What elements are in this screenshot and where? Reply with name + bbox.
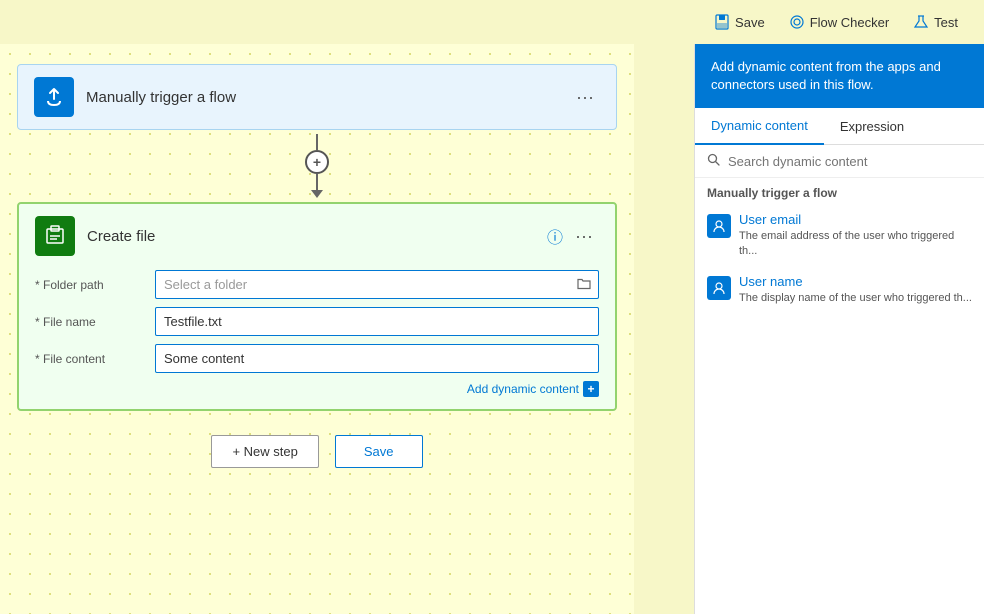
user-name-desc: The display name of the user who trigger… [739, 291, 972, 305]
panel-search [695, 145, 984, 178]
folder-path-input[interactable] [155, 270, 599, 299]
save-label: Save [735, 15, 765, 30]
search-icon [707, 153, 720, 169]
user-email-title: User email [739, 212, 972, 227]
flow-checker-label: Flow Checker [810, 15, 889, 30]
test-icon [913, 14, 929, 30]
user-email-desc: The email address of the user who trigge… [739, 229, 972, 258]
add-dynamic-content-button[interactable]: Add dynamic content + [467, 381, 599, 397]
file-name-row: * File name [35, 307, 599, 336]
save-button[interactable]: Save [704, 8, 775, 36]
folder-path-row: * Folder path [35, 270, 599, 299]
connector-line-top [316, 134, 318, 150]
add-dynamic-row: Add dynamic content + [35, 381, 599, 397]
panel-item-user-name[interactable]: User name The display name of the user w… [695, 266, 984, 313]
trigger-title: Manually trigger a flow [86, 89, 570, 106]
user-email-content: User email The email address of the user… [739, 212, 972, 258]
action-menu-button[interactable]: ··· [569, 224, 599, 249]
new-step-button[interactable]: + New step [211, 435, 318, 468]
canvas: Manually trigger a flow ··· + Create fil… [0, 44, 634, 614]
user-name-title: User name [739, 274, 972, 289]
panel-tabs: Dynamic content Expression [695, 108, 984, 145]
panel-header: Add dynamic content from the apps and co… [695, 44, 984, 108]
file-content-label: * File content [35, 352, 155, 366]
add-dynamic-plus-icon: + [583, 381, 599, 397]
panel-scroll-area: Manually trigger a flow User email The e… [695, 178, 984, 614]
add-connector-button[interactable]: + [305, 150, 329, 174]
file-content-wrapper [155, 344, 599, 373]
bottom-save-button[interactable]: Save [335, 435, 423, 468]
panel-header-text: Add dynamic content from the apps and co… [711, 59, 941, 92]
file-name-wrapper [155, 307, 599, 336]
user-email-icon [707, 214, 731, 238]
dynamic-content-search-input[interactable] [728, 154, 972, 169]
action-icon-box [35, 216, 75, 256]
right-panel: Add dynamic content from the apps and co… [694, 44, 984, 614]
panel-section-title: Manually trigger a flow [695, 178, 984, 204]
connector-arrow [311, 190, 323, 198]
action-info-button[interactable]: ⓘ [541, 222, 569, 250]
bottom-actions: + New step Save [211, 435, 422, 468]
file-content-input[interactable] [155, 344, 599, 373]
folder-path-label: * Folder path [35, 278, 155, 292]
flow-checker-icon [789, 14, 805, 30]
test-label: Test [934, 15, 958, 30]
connector-line-bottom [316, 174, 318, 190]
tab-dynamic-content[interactable]: Dynamic content [695, 108, 824, 145]
file-content-row: * File content [35, 344, 599, 373]
trigger-icon-box [34, 77, 74, 117]
toolbar: Save Flow Checker Test [688, 0, 984, 44]
action-title: Create file [87, 228, 541, 245]
panel-item-user-email[interactable]: User email The email address of the user… [695, 204, 984, 266]
user-name-icon [707, 276, 731, 300]
file-name-input[interactable] [155, 307, 599, 336]
folder-path-wrapper [155, 270, 599, 299]
flow-checker-button[interactable]: Flow Checker [779, 8, 899, 36]
test-button[interactable]: Test [903, 8, 968, 36]
file-name-label: * File name [35, 315, 155, 329]
folder-browse-icon [577, 276, 591, 293]
action-card: Create file ⓘ ··· * Folder path * File n… [17, 202, 617, 411]
trigger-card: Manually trigger a flow ··· [17, 64, 617, 130]
action-header: Create file ⓘ ··· [35, 216, 599, 256]
connector: + [305, 134, 329, 198]
add-dynamic-label: Add dynamic content [467, 382, 579, 396]
user-name-content: User name The display name of the user w… [739, 274, 972, 305]
save-icon [714, 14, 730, 30]
trigger-menu-button[interactable]: ··· [570, 85, 600, 110]
tab-expression[interactable]: Expression [824, 108, 920, 144]
